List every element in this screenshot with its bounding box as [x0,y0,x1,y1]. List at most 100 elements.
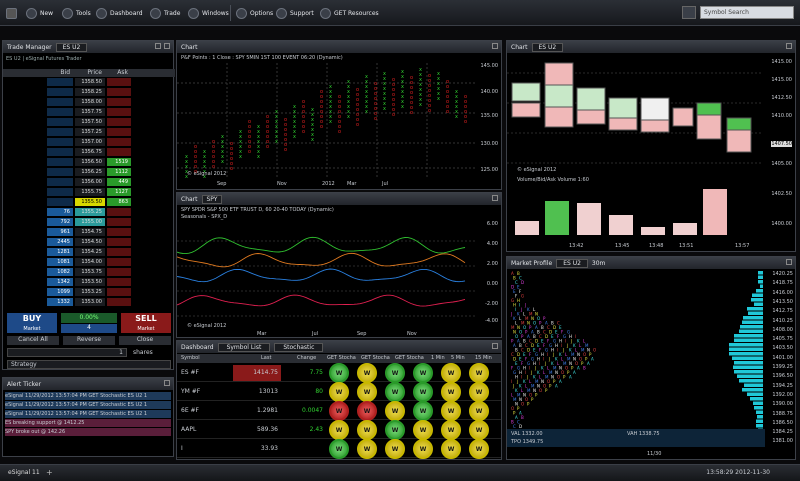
bid-cell[interactable]: 1342 [47,278,73,286]
support-button[interactable]: Support [276,6,314,20]
ask-cell[interactable] [107,118,131,126]
bid-cell[interactable] [47,138,73,146]
stochastic-gauge-icon[interactable]: W [357,363,377,383]
bid-cell[interactable]: 76 [47,208,73,216]
ladder-row[interactable]: 1081 1354.00 [3,258,175,266]
bid-cell[interactable]: 1081 [47,258,73,266]
stochastic-gauge-icon[interactable]: W [413,382,433,402]
reverse-button[interactable]: Reverse [63,336,115,345]
ladder-row[interactable]: 1355.50 863 [3,198,175,206]
bid-cell[interactable]: 961 [47,228,73,236]
ladder-row[interactable]: 2445 1354.50 [3,238,175,246]
ask-cell[interactable] [107,228,131,236]
new-button[interactable]: New [26,6,53,20]
strategy-select[interactable]: Strategy [7,360,171,369]
stochastic-gauge-icon[interactable]: W [469,401,489,421]
bid-cell[interactable] [47,98,73,106]
bid-cell[interactable] [47,128,73,136]
dashboard-row[interactable]: ES #F 1414.75 7.75 W W W W W W [177,364,501,382]
ladder-row[interactable]: 1357.25 [3,128,175,136]
dashboard-row[interactable]: AAPL 589.36 2.43 W W W W W W [177,421,501,439]
close-position-button[interactable]: Close [119,336,171,345]
alert-line[interactable]: eSignal 11/29/2012 13:57:04 PM GET Stoch… [5,410,171,418]
bid-cell[interactable]: 1082 [47,268,73,276]
ladder-row[interactable]: 1281 1354.25 [3,248,175,256]
bid-cell[interactable] [47,118,73,126]
close-icon[interactable] [164,380,170,386]
ladder-row[interactable]: 1358.00 [3,98,175,106]
ladder-row[interactable]: 76 1355.25 [3,208,175,216]
ask-cell[interactable] [107,278,131,286]
options-button[interactable]: Options [236,6,273,20]
ask-cell[interactable] [107,238,131,246]
ask-cell[interactable] [107,298,131,306]
close-icon[interactable] [786,43,792,49]
dashboard-row[interactable]: YM #F 13013 80 W W W W W W [177,383,501,401]
ladder-row[interactable]: 1342 1353.50 [3,278,175,286]
stochastic-gauge-icon[interactable]: W [413,439,433,459]
stochastic-gauge-icon[interactable]: W [357,401,377,421]
ask-cell[interactable] [107,268,131,276]
stochastic-gauge-icon[interactable]: W [469,363,489,383]
stochastic-gauge-icon[interactable]: W [357,439,377,459]
bid-cell[interactable]: 1332 [47,298,73,306]
close-icon[interactable] [786,259,792,265]
close-icon[interactable] [492,343,498,349]
bid-cell[interactable]: 1099 [47,288,73,296]
windows-button[interactable]: Windows [188,6,229,20]
ladder-row[interactable]: 1358.50 [3,78,175,86]
ladder-row[interactable]: 1082 1353.75 [3,268,175,276]
ladder-row[interactable]: 1332 1353.00 [3,298,175,306]
quantity-input[interactable]: 1 [7,348,127,357]
dashboard-row[interactable]: 6E #F 1.2981 0.0047 W W W W W W [177,402,501,420]
study-select[interactable]: Stochastic [274,343,323,352]
dashboard-row[interactable]: I 33.93 W W W W W W [177,440,501,458]
ask-cell[interactable] [107,138,131,146]
bid-cell[interactable]: 1281 [47,248,73,256]
ask-cell[interactable] [107,258,131,266]
ask-cell[interactable] [107,128,131,136]
close-icon[interactable] [164,43,170,49]
bid-cell[interactable] [47,108,73,116]
symbol-list-select[interactable]: Symbol List [218,343,271,352]
stochastic-gauge-icon[interactable]: W [441,439,461,459]
ask-cell[interactable] [107,88,131,96]
stochastic-gauge-icon[interactable]: W [357,382,377,402]
stochastic-gauge-icon[interactable]: W [385,363,405,383]
stochastic-gauge-icon[interactable]: W [329,363,349,383]
symbol-search-input[interactable]: Symbol Search [700,6,794,19]
stochastic-gauge-icon[interactable]: W [357,420,377,440]
stochastic-gauge-icon[interactable]: W [441,401,461,421]
stochastic-gauge-icon[interactable]: W [469,439,489,459]
ladder-row[interactable]: 1355.75 1127 [3,188,175,196]
ladder-row[interactable]: 1356.50 1519 [3,158,175,166]
bid-cell[interactable] [47,158,73,166]
get-resources-button[interactable]: GET Resources [320,6,379,20]
minimize-icon[interactable] [155,43,161,49]
add-tab-icon[interactable]: + [46,468,53,477]
bid-cell[interactable]: 792 [47,218,73,226]
stochastic-gauge-icon[interactable]: W [413,420,433,440]
bid-cell[interactable]: 2445 [47,238,73,246]
bid-cell[interactable] [47,198,73,206]
bid-cell[interactable] [47,188,73,196]
stochastic-gauge-icon[interactable]: W [413,363,433,383]
ask-cell[interactable] [107,288,131,296]
tools-button[interactable]: Tools [62,6,91,20]
stochastic-gauge-icon[interactable]: W [385,401,405,421]
seasonal-chart-canvas[interactable] [177,221,481,326]
stochastic-gauge-icon[interactable]: W [329,401,349,421]
ladder-row[interactable]: 792 1355.00 [3,218,175,226]
close-icon[interactable] [492,195,498,201]
stochastic-gauge-icon[interactable]: W [469,382,489,402]
ladder-row[interactable]: 1357.00 [3,138,175,146]
stochastic-gauge-icon[interactable]: W [441,363,461,383]
stochastic-gauge-icon[interactable]: W [329,420,349,440]
volume-chart-canvas[interactable] [507,183,761,239]
sell-market-button[interactable]: SELL Market [121,313,171,333]
ask-cell[interactable] [107,98,131,106]
stochastic-gauge-icon[interactable]: W [469,420,489,440]
close-icon[interactable] [492,43,498,49]
alert-line[interactable]: eSignal 11/29/2012 13:57:04 PM GET Stoch… [5,392,171,400]
ladder-row[interactable]: 1357.50 [3,118,175,126]
